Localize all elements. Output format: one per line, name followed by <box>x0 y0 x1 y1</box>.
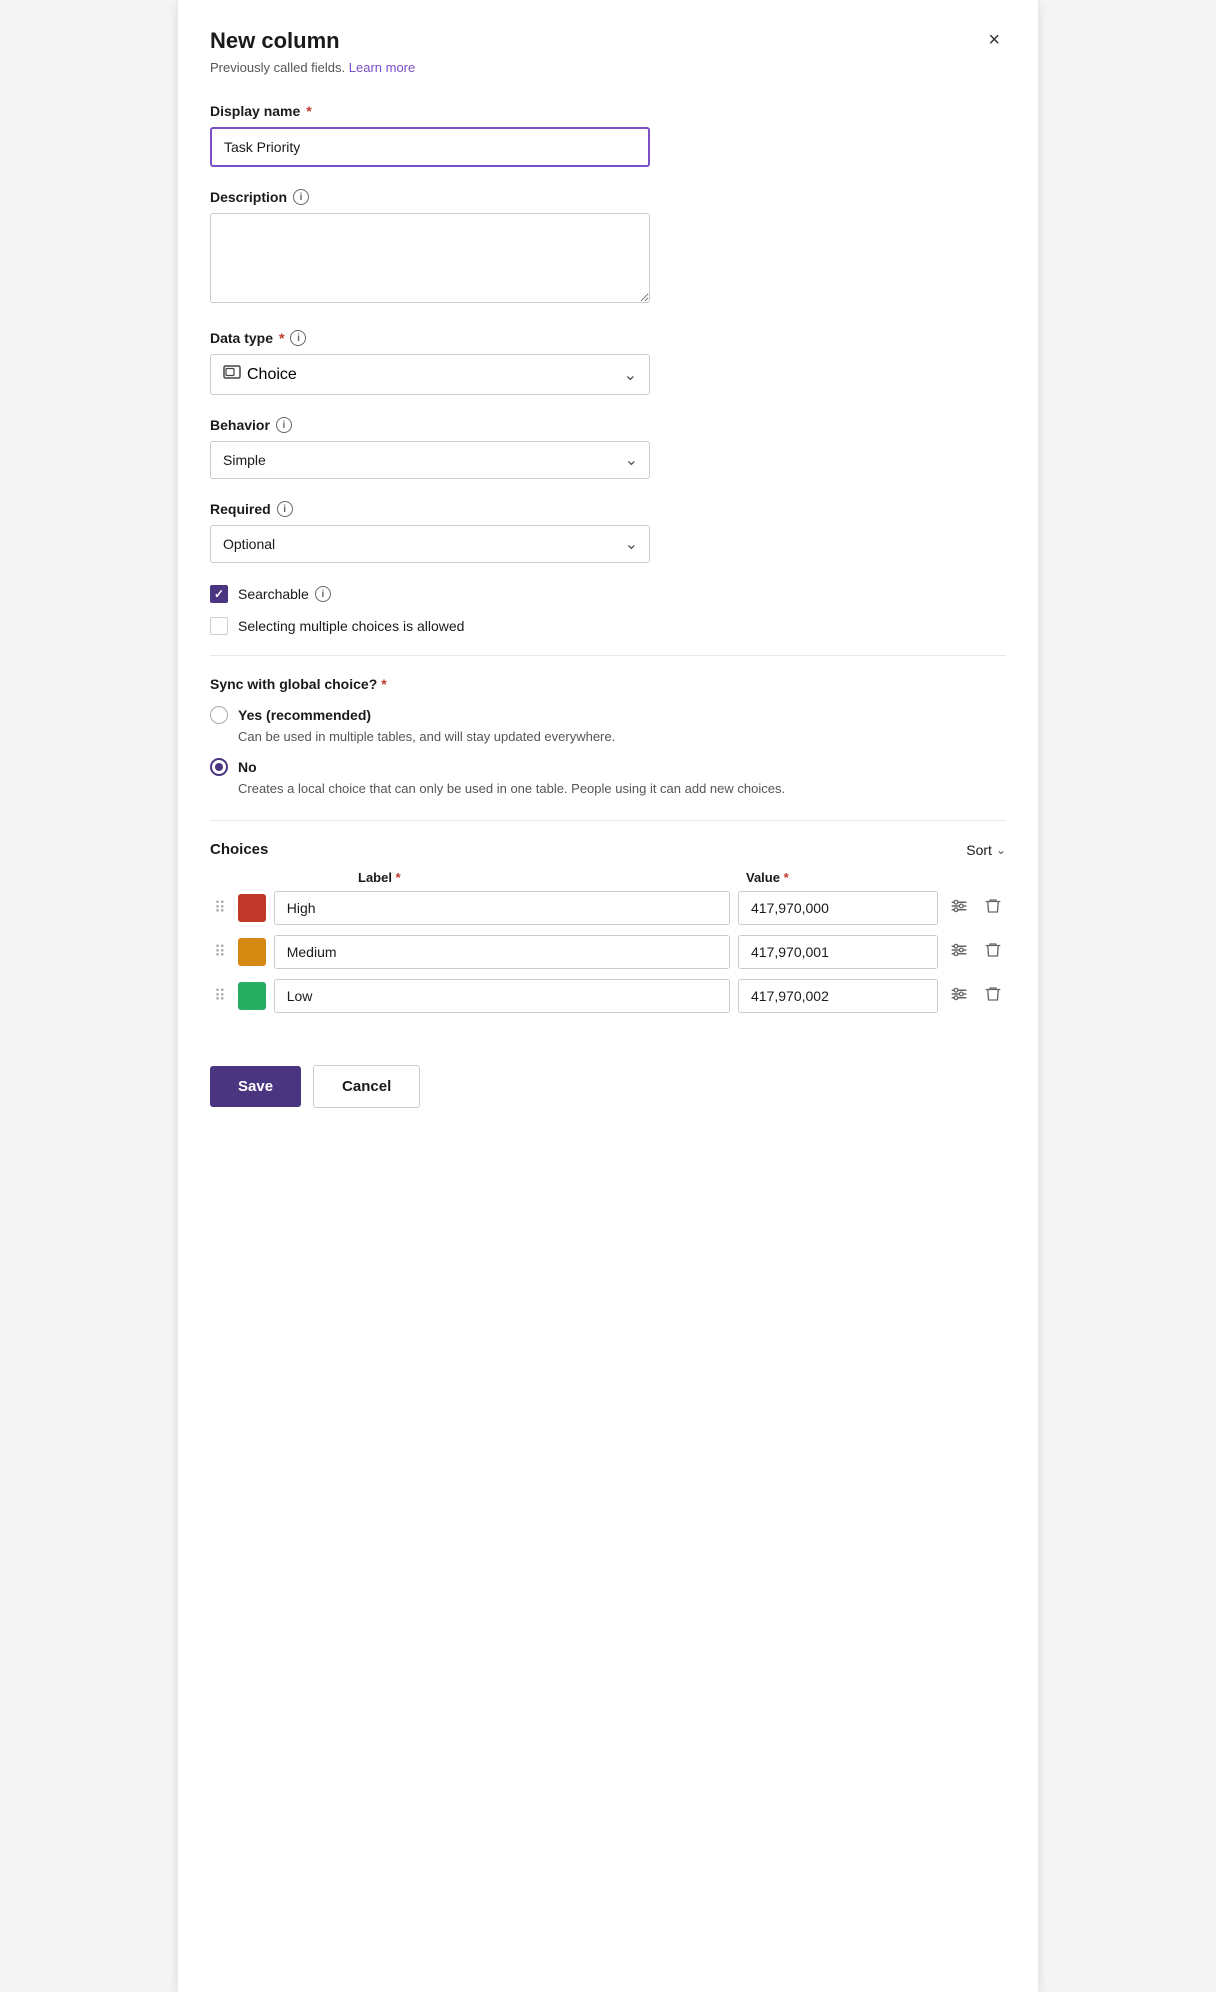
divider-1 <box>210 655 1006 656</box>
choices-title: Choices <box>210 841 268 858</box>
choice-label-input-low[interactable] <box>274 979 730 1013</box>
sync-label: Sync with global choice? * <box>210 676 1006 692</box>
save-button[interactable]: Save <box>210 1066 301 1107</box>
sync-yes-desc: Can be used in multiple tables, and will… <box>238 728 1006 746</box>
data-type-value: Choice <box>247 366 297 384</box>
tune-button-medium[interactable] <box>946 937 972 968</box>
choice-row-low: ⠿ <box>210 979 1006 1013</box>
description-info-icon: i <box>293 189 309 205</box>
display-name-required: * <box>306 103 311 119</box>
multiple-choices-row: Selecting multiple choices is allowed <box>210 617 1006 635</box>
data-type-chevron <box>624 365 637 385</box>
searchable-label: Searchable i <box>238 586 331 602</box>
multiple-choices-label: Selecting multiple choices is allowed <box>238 618 464 634</box>
display-name-input[interactable] <box>210 127 650 167</box>
drag-handle-medium[interactable]: ⠿ <box>210 942 230 962</box>
sync-yes-label: Yes (recommended) <box>238 707 371 723</box>
drag-handle-low[interactable]: ⠿ <box>210 986 230 1006</box>
behavior-info-icon: i <box>276 417 292 433</box>
description-section: Description i <box>210 189 1006 308</box>
required-select[interactable]: Optional Required <box>210 525 650 563</box>
sync-section: Sync with global choice? * Yes (recommen… <box>210 676 1006 798</box>
panel-title: New column <box>210 28 340 54</box>
required-select-wrapper: Optional Required <box>210 525 650 563</box>
choice-label-input-high[interactable] <box>274 891 730 925</box>
sync-no-label: No <box>238 759 257 775</box>
display-name-section: Display name * <box>210 103 1006 167</box>
sync-yes-radio[interactable] <box>210 706 228 724</box>
close-button[interactable]: × <box>982 28 1006 52</box>
choices-col-headers: Label * Value * <box>210 870 1006 891</box>
choice-label-input-medium[interactable] <box>274 935 730 969</box>
tune-button-low[interactable] <box>946 981 972 1012</box>
sync-yes-option: Yes (recommended) Can be used in multipl… <box>210 706 1006 746</box>
data-type-section: Data type * i Choice <box>210 330 1006 395</box>
searchable-info-icon: i <box>315 586 331 602</box>
sort-chevron-icon: ⌄ <box>996 843 1006 857</box>
behavior-select[interactable]: Simple Calculated Rollup <box>210 441 650 479</box>
color-swatch-high[interactable] <box>238 894 266 922</box>
choice-value-input-high[interactable] <box>738 891 938 925</box>
drag-handle-high[interactable]: ⠿ <box>210 898 230 918</box>
choice-type-icon <box>223 365 241 384</box>
choice-value-input-low[interactable] <box>738 979 938 1013</box>
panel-subtitle: Previously called fields. Learn more <box>210 60 1006 75</box>
label-required: * <box>396 870 401 885</box>
description-input[interactable] <box>210 213 650 303</box>
sync-no-option: No Creates a local choice that can only … <box>210 758 1006 798</box>
behavior-section: Behavior i Simple Calculated Rollup <box>210 417 1006 479</box>
required-info-icon: i <box>277 501 293 517</box>
searchable-row: Searchable i <box>210 585 1006 603</box>
choices-list: ⠿ <box>210 891 1006 1013</box>
delete-button-low[interactable] <box>980 981 1006 1012</box>
col-value-header: Value * <box>746 870 946 885</box>
panel-header: New column × <box>210 28 1006 54</box>
sort-button[interactable]: Sort ⌄ <box>966 842 1006 858</box>
multiple-choices-checkbox[interactable] <box>210 617 228 635</box>
delete-button-medium[interactable] <box>980 937 1006 968</box>
tune-button-high[interactable] <box>946 893 972 924</box>
searchable-checkbox[interactable] <box>210 585 228 603</box>
data-type-info-icon: i <box>290 330 306 346</box>
choices-header: Choices Sort ⌄ <box>210 841 1006 858</box>
sync-no-desc: Creates a local choice that can only be … <box>238 780 1006 798</box>
cancel-button[interactable]: Cancel <box>313 1065 420 1108</box>
delete-button-high[interactable] <box>980 893 1006 924</box>
required-label: Required i <box>210 501 1006 517</box>
divider-2 <box>210 820 1006 821</box>
color-swatch-low[interactable] <box>238 982 266 1010</box>
new-column-panel: New column × Previously called fields. L… <box>178 0 1038 1992</box>
required-section: Required i Optional Required <box>210 501 1006 563</box>
data-type-select[interactable]: Choice <box>210 354 650 395</box>
behavior-select-wrapper: Simple Calculated Rollup <box>210 441 650 479</box>
data-type-required: * <box>279 330 284 346</box>
display-name-label: Display name * <box>210 103 1006 119</box>
value-required: * <box>784 870 789 885</box>
behavior-label: Behavior i <box>210 417 1006 433</box>
data-type-label: Data type * i <box>210 330 1006 346</box>
sync-no-radio[interactable] <box>210 758 228 776</box>
choice-row-high: ⠿ <box>210 891 1006 925</box>
sync-required: * <box>381 676 386 692</box>
learn-more-link[interactable]: Learn more <box>349 60 415 75</box>
sort-label: Sort <box>966 842 992 858</box>
color-swatch-medium[interactable] <box>238 938 266 966</box>
col-label-header: Label * <box>358 870 738 885</box>
choice-row-medium: ⠿ <box>210 935 1006 969</box>
choice-value-input-medium[interactable] <box>738 935 938 969</box>
footer-buttons: Save Cancel <box>210 1049 1006 1108</box>
description-label: Description i <box>210 189 1006 205</box>
